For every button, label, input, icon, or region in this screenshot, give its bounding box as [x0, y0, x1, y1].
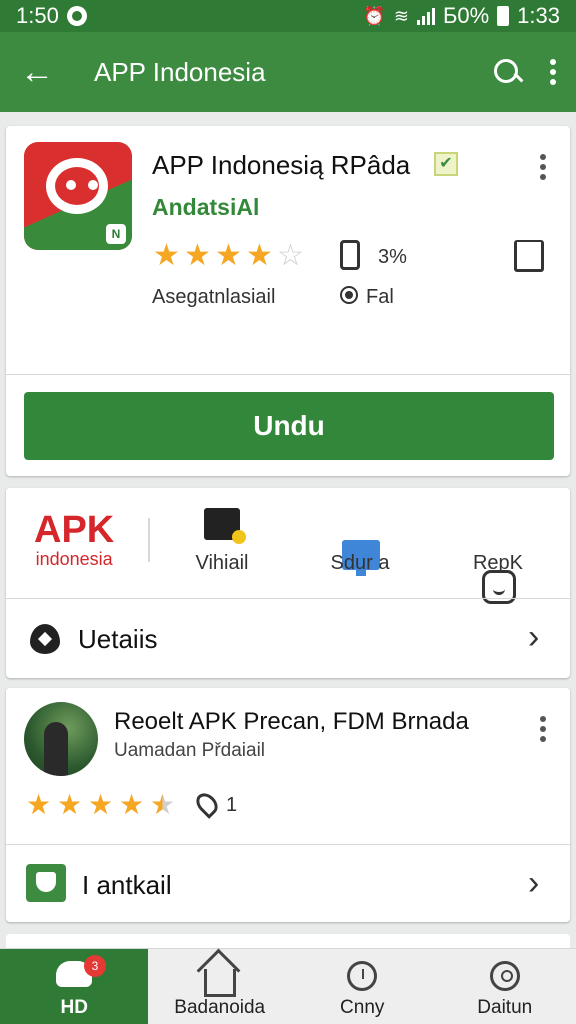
app-logo: N [24, 142, 132, 250]
app-card-more-icon[interactable] [540, 154, 546, 180]
app-info-card: N APP Indonesią RPâda ✔ AndatsiAl ★ ★ ★ ★ ☆ … [6, 126, 570, 476]
notification-badge: 3 [84, 955, 106, 977]
tab-label[interactable]: Vihiail [162, 552, 282, 575]
star-icon: ★ [118, 789, 145, 820]
wifi-icon: ≋ [393, 5, 409, 26]
signal-icon [416, 7, 435, 25]
apk-indonesia-logo: APK indonesia [34, 509, 115, 569]
shield-icon [30, 624, 60, 654]
nav-label: Badanoida [174, 997, 266, 1018]
star-icon: ★ [25, 789, 52, 820]
star-icon: ★ [215, 239, 242, 272]
review-title: Reoelt APK Precan, FDM Brnada [114, 708, 469, 735]
nav-label: Cnny [340, 997, 385, 1018]
chevron-right-icon[interactable]: › [528, 618, 539, 657]
phone-icon [340, 240, 360, 270]
star-icon: ★ [87, 789, 114, 820]
nav-item-home[interactable]: Badanoida [148, 949, 291, 1024]
more-vert-icon[interactable] [550, 59, 556, 85]
nav-item-hd[interactable]: 3 HD [0, 949, 149, 1024]
nav-item-account[interactable]: Daitun [433, 949, 576, 1024]
battery-percent: Б0% [442, 3, 490, 28]
nav-label: Daitun [477, 997, 533, 1018]
alarm-icon: ⏰ [363, 5, 386, 26]
review-rating-stars: ★ ★ ★ ★ ★ [24, 788, 177, 821]
document-icon [204, 508, 246, 544]
back-arrow-icon[interactable]: ← [20, 53, 62, 92]
divider [6, 598, 570, 599]
bottom-nav: 3 HD Badanoida Cnny Daitun [0, 948, 576, 1024]
app-rating-stars: ★ ★ ★ ★ ☆ [152, 238, 305, 273]
battery-icon [497, 6, 510, 26]
star-icon: ★ [246, 239, 273, 272]
developer-name[interactable]: AndatsiAl [152, 194, 259, 221]
search-icon[interactable] [492, 57, 522, 87]
clock-icon [347, 961, 378, 991]
tab-label[interactable]: Sdur a [300, 552, 420, 575]
home-icon [203, 969, 236, 997]
nav-item-clock[interactable]: Cnny [291, 949, 434, 1024]
review-card: Reoelt APK Precan, FDM Brnada Uamadan Př… [6, 688, 570, 922]
tab-label[interactable]: RepK [438, 552, 558, 575]
location-count: 1 [226, 794, 238, 816]
star-empty-icon: ☆ [277, 239, 304, 272]
share-icon[interactable] [514, 240, 544, 272]
location-pin-icon [192, 789, 222, 819]
app-name: APP Indonesią RPâda [152, 150, 411, 180]
divider [148, 518, 150, 562]
size-label: 3% [378, 246, 407, 268]
option-label: Fal [366, 286, 394, 308]
person-icon [489, 961, 520, 991]
feature-card: APK indonesia Vihiail Sdur a RepK Uetaii… [6, 488, 570, 678]
app-bar: ← APP Indonesia [0, 32, 576, 112]
radio-icon[interactable] [340, 286, 358, 304]
review-more-icon[interactable] [540, 716, 546, 742]
download-app-icon [26, 864, 66, 902]
nav-label: HD [60, 997, 88, 1018]
notification-icon [66, 6, 87, 26]
avatar[interactable] [24, 702, 98, 776]
status-time-right: 1:33 [517, 3, 560, 28]
status-time-left: 1:50 [16, 3, 59, 28]
review-subtitle: Uamadan Přdaiail [114, 740, 266, 761]
star-half-icon: ★ [149, 789, 176, 820]
install-button[interactable]: Undu [24, 392, 554, 460]
link-label[interactable]: I antkail [82, 870, 172, 901]
star-icon: ★ [184, 239, 211, 272]
status-bar: 1:50 ⏰ ≋ Б0% 1:33 [0, 0, 576, 32]
divider [6, 374, 570, 375]
category-label: Asegatnlasiail [152, 286, 276, 308]
app-bar-title: APP Indonesia [94, 56, 266, 87]
star-icon: ★ [56, 789, 83, 820]
star-icon: ★ [153, 239, 180, 272]
chevron-right-icon[interactable]: › [528, 864, 539, 903]
details-label[interactable]: Uetaiis [78, 624, 157, 655]
divider [6, 844, 570, 845]
verified-check-icon: ✔ [434, 152, 458, 176]
